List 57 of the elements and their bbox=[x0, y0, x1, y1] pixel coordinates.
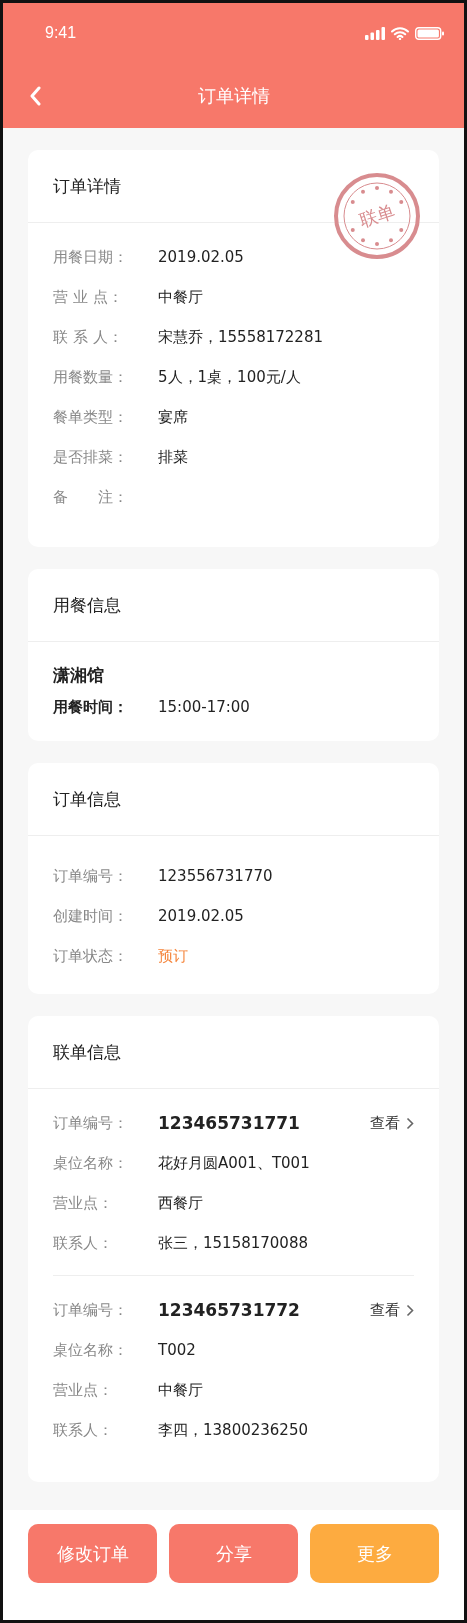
card-title: 联单信息 bbox=[53, 1040, 121, 1064]
chevron-right-icon bbox=[406, 1116, 414, 1130]
view-link[interactable]: 查看 bbox=[370, 1113, 414, 1133]
status-time: 9:41 bbox=[45, 24, 77, 42]
field-label: 营业点： bbox=[53, 1380, 114, 1400]
stamp-seal: 联单 bbox=[333, 172, 421, 260]
signal-icon bbox=[365, 26, 385, 40]
field-label: 是否排菜： bbox=[53, 447, 129, 467]
field-label: 联系人： bbox=[53, 1233, 114, 1253]
order-number: 123465731771 bbox=[158, 1113, 300, 1133]
field-label: 备 注： bbox=[53, 487, 129, 507]
field-value: 李四，13800236250 bbox=[158, 1420, 308, 1440]
field-label: 桌位名称： bbox=[53, 1153, 129, 1173]
back-button[interactable] bbox=[29, 85, 41, 106]
view-link[interactable]: 查看 bbox=[370, 1300, 414, 1320]
field-label: 订单状态： bbox=[53, 946, 129, 966]
field-label: 用餐日期： bbox=[53, 247, 129, 267]
field-value: 123556731770 bbox=[158, 867, 273, 885]
card-title: 订单详情 bbox=[53, 174, 121, 198]
card-title: 订单信息 bbox=[53, 787, 121, 811]
status-value: 预订 bbox=[158, 946, 188, 966]
field-label: 营 业 点： bbox=[53, 287, 124, 307]
field-value: 张三，15158170088 bbox=[158, 1233, 308, 1253]
field-label: 订单编号： bbox=[53, 1113, 129, 1133]
order-number: 123465731772 bbox=[158, 1300, 300, 1320]
field-label: 用餐时间： bbox=[53, 697, 129, 717]
field-label: 订单编号： bbox=[53, 1300, 129, 1320]
card-title: 用餐信息 bbox=[53, 593, 121, 617]
field-label: 联系人： bbox=[53, 1420, 114, 1440]
field-value: 5人，1桌，100元/人 bbox=[158, 367, 301, 387]
action-button[interactable]: 分享 bbox=[169, 1524, 298, 1583]
action-button[interactable]: 更多 bbox=[310, 1524, 439, 1583]
battery-icon bbox=[415, 26, 444, 40]
field-value: 排菜 bbox=[158, 447, 188, 467]
field-value: 15:00-17:00 bbox=[158, 698, 250, 716]
chevron-right-icon bbox=[406, 1303, 414, 1317]
field-label: 订单编号： bbox=[53, 866, 129, 886]
field-value: 中餐厅 bbox=[158, 1380, 203, 1400]
field-value: 中餐厅 bbox=[158, 287, 203, 307]
field-label: 营业点： bbox=[53, 1193, 114, 1213]
field-label: 联 系 人： bbox=[53, 327, 124, 347]
restaurant-name: 潇湘馆 bbox=[53, 664, 105, 687]
field-value: 宋慧乔，15558172281 bbox=[158, 327, 323, 347]
field-value: T002 bbox=[158, 1341, 196, 1359]
field-value: 2019.02.05 bbox=[158, 907, 244, 925]
field-value: 西餐厅 bbox=[158, 1193, 203, 1213]
action-button[interactable]: 修改订单 bbox=[28, 1524, 157, 1583]
field-value: 花好月圆A001、T001 bbox=[158, 1153, 310, 1173]
field-value: 宴席 bbox=[158, 407, 188, 427]
field-label: 创建时间： bbox=[53, 906, 129, 926]
back-icon bbox=[29, 85, 41, 106]
field-label: 餐单类型： bbox=[53, 407, 129, 427]
wifi-icon bbox=[391, 26, 409, 40]
page-title: 订单详情 bbox=[197, 83, 270, 108]
field-value: 2019.02.05 bbox=[158, 248, 244, 266]
field-label: 用餐数量： bbox=[53, 367, 129, 387]
field-label: 桌位名称： bbox=[53, 1340, 129, 1360]
